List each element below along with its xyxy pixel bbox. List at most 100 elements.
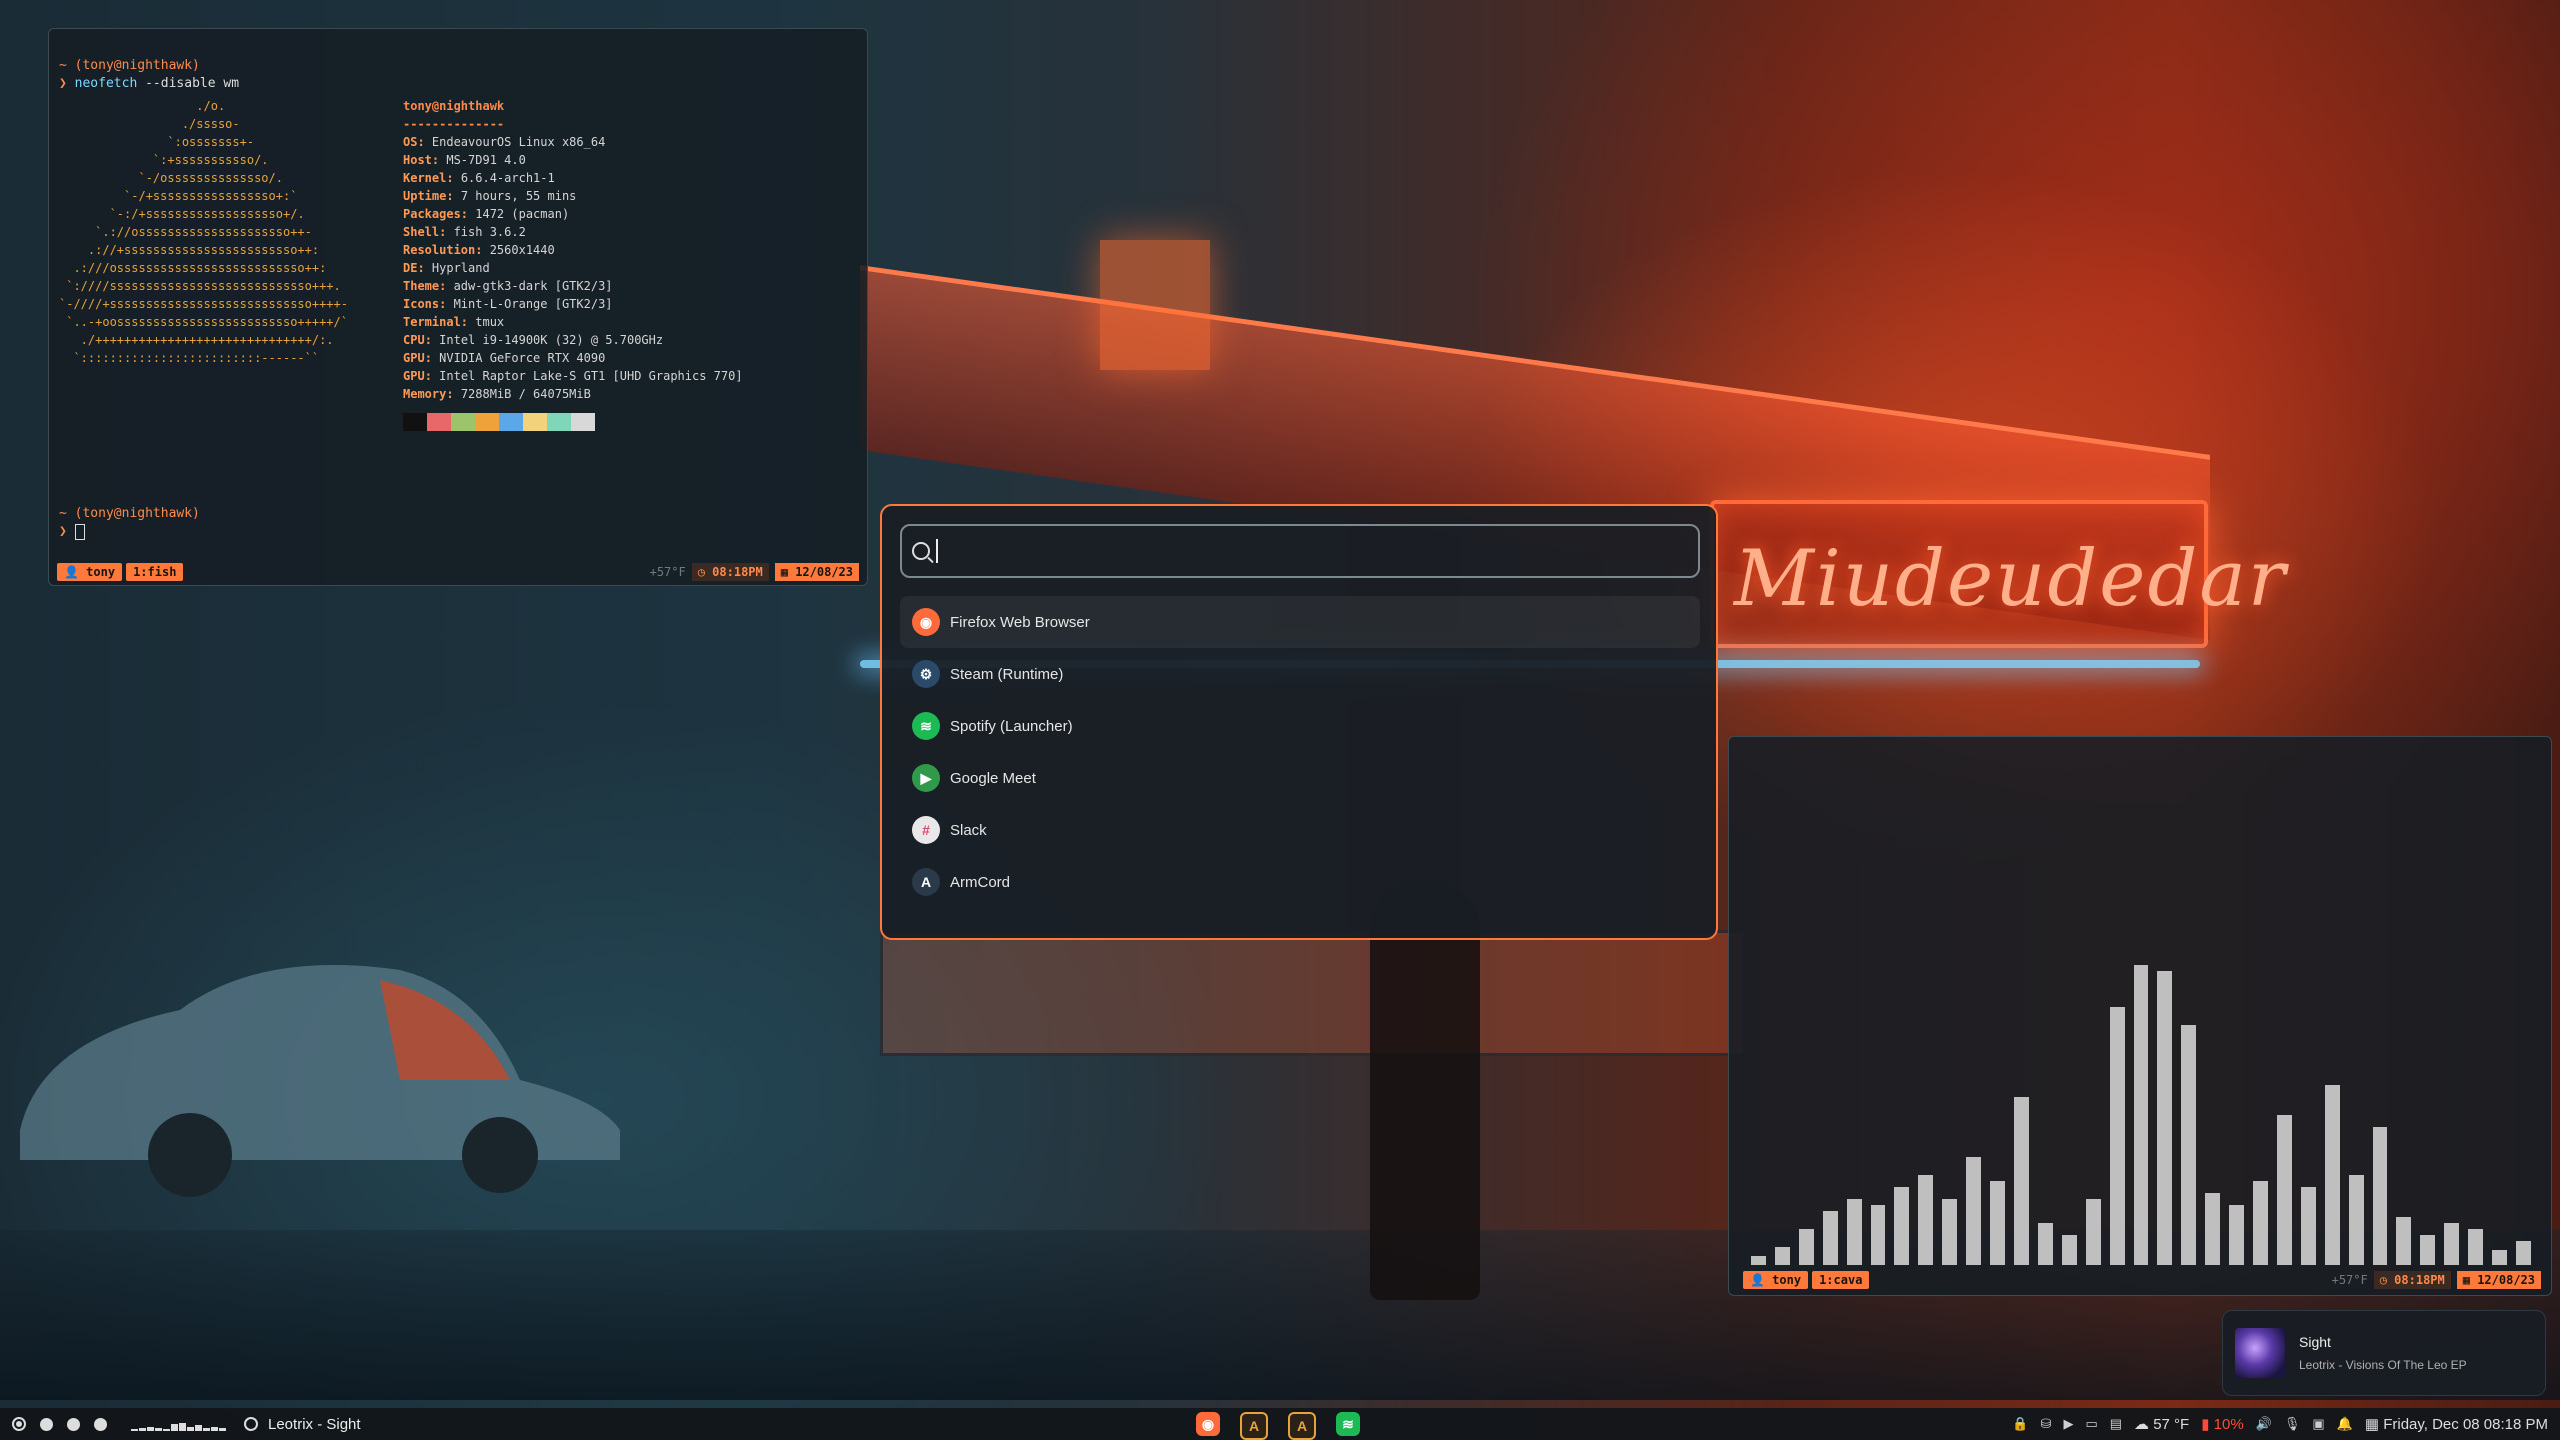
spark-bar: [171, 1424, 178, 1431]
play-icon[interactable]: ▶: [2063, 1416, 2073, 1432]
alacritty-icon-2[interactable]: A: [1288, 1412, 1316, 1440]
tmux-status-bar: 👤 tony 1:fish +57°F ◷ 08:18PM ▦ 12/08/23: [57, 563, 859, 581]
app-item[interactable]: ⚙ Steam (Runtime): [900, 648, 1700, 700]
visualizer-bar: [1870, 1205, 1886, 1265]
info-line: CPU: Intel i9-14900K (32) @ 5.700GHz: [403, 333, 664, 347]
terminal-cava-window[interactable]: 👤 tony 1:cava +57°F ◷ 08:18PM ▦ 12/08/23: [1728, 736, 2552, 1296]
launcher-search[interactable]: [900, 524, 1700, 578]
visualizer-bar: [2229, 1205, 2245, 1265]
bell-icon[interactable]: 🔔: [2337, 1416, 2353, 1432]
visualizer-bar: [2396, 1217, 2412, 1265]
visualizer-bar: [1990, 1181, 2005, 1265]
info-line: Icons: Mint-L-Orange [GTK2/3]: [403, 297, 613, 311]
drive-icon[interactable]: ⛁: [2041, 1416, 2052, 1432]
app-list: ◉ Firefox Web Browser ⚙ Steam (Runtime) ≋ Spo…: [900, 596, 1700, 908]
alacritty-icon[interactable]: A: [1240, 1412, 1268, 1440]
tmux-window[interactable]: 1:fish: [126, 563, 184, 581]
app-item[interactable]: A ArmCord: [900, 856, 1700, 908]
visualizer-bar: [2061, 1235, 2077, 1265]
command-name: neofetch: [74, 76, 138, 91]
visualizer-bar: [1798, 1229, 1814, 1265]
lock-icon[interactable]: 🔒: [2012, 1416, 2028, 1432]
workspace-dot[interactable]: [94, 1417, 107, 1431]
app-label: Firefox Web Browser: [950, 613, 1090, 631]
app-item[interactable]: ◉ Firefox Web Browser: [900, 596, 1700, 648]
clipboard-icon[interactable]: ▤: [2110, 1416, 2122, 1432]
info-line: Resolution: 2560x1440: [403, 243, 555, 257]
volume-icon[interactable]: 🔊: [2256, 1416, 2272, 1432]
info-line: GPU: Intel Raptor Lake-S GT1 [UHD Graphi…: [403, 369, 743, 383]
spark-bar: [131, 1429, 138, 1431]
spark-bar: [211, 1427, 218, 1431]
tmux-temp: +57°F: [2331, 1273, 2368, 1287]
spark-bar: [155, 1428, 162, 1431]
battery[interactable]: ▮ 10%: [2201, 1415, 2243, 1433]
info-line: Host: MS-7D91 4.0: [403, 153, 526, 167]
visualizer-bar: [1822, 1211, 1838, 1265]
spark-bar: [195, 1425, 202, 1431]
tmux-temp: +57°F: [649, 565, 686, 579]
visualizer-bar: [2037, 1223, 2053, 1265]
color-swatch: [571, 413, 595, 431]
neofetch-output: ./o. ./sssso- `:osssssss+- `:+ssssssssss…: [59, 97, 857, 477]
clock[interactable]: ▦ Friday, Dec 08 08:18 PM: [2365, 1415, 2548, 1433]
tmux-date: ▦ 12/08/23: [2456, 1271, 2541, 1289]
google-meet-icon: ▶: [912, 764, 940, 792]
visualizer-bar: [2276, 1115, 2292, 1265]
now-playing[interactable]: Leotrix - Sight: [244, 1416, 361, 1433]
app-label: ArmCord: [950, 873, 1011, 891]
visualizer-bar: [2468, 1229, 2484, 1265]
spotify-icon[interactable]: ≋: [1336, 1412, 1360, 1436]
color-swatch: [523, 413, 547, 431]
firefox-icon: ◉: [912, 608, 940, 636]
visualizer-bar: [2492, 1250, 2507, 1265]
tmux-date: ▦ 12/08/23: [774, 563, 859, 581]
workspace-dot[interactable]: [12, 1417, 26, 1431]
info-line: Terminal: tmux: [403, 315, 505, 329]
tmux-window[interactable]: 1:cava: [1812, 1271, 1870, 1289]
visualizer-bar: [1942, 1199, 1958, 1265]
info-line: Theme: adw-gtk3-dark [GTK2/3]: [403, 279, 613, 293]
info-line: GPU: NVIDIA GeForce RTX 4090: [403, 351, 606, 365]
info-line: Kernel: 6.6.4-arch1-1: [403, 171, 555, 185]
wallpaper-shop-windows: [880, 930, 1746, 1056]
app-label: Slack: [950, 821, 987, 839]
mic-muted-icon[interactable]: 🎙: [2284, 1416, 2301, 1432]
separator: --------------: [403, 117, 505, 131]
app-item[interactable]: ≋ Spotify (Launcher): [900, 700, 1700, 752]
spotify-icon: [244, 1417, 258, 1431]
command-args: --disable wm: [137, 76, 240, 91]
search-icon: [912, 542, 930, 560]
weather[interactable]: ☁ 57 °F: [2134, 1415, 2189, 1433]
wallpaper-window: [1100, 240, 1210, 370]
app-label: Google Meet: [950, 769, 1036, 787]
visualizer-bar: [2300, 1187, 2316, 1265]
info-line: DE: Hyprland: [403, 261, 490, 275]
spark-bar: [179, 1423, 186, 1431]
prompt-arrow: ❯: [59, 76, 67, 91]
firefox-icon[interactable]: ◉: [1196, 1412, 1220, 1436]
spark-bar: [147, 1427, 154, 1431]
workspace-dot[interactable]: [40, 1417, 53, 1431]
tmux-status-bar-cava: 👤 tony 1:cava +57°F ◷ 08:18PM ▦ 12/08/23: [1743, 1271, 2541, 1289]
terminal-fish-window[interactable]: ~ (tony@nighthawk) ❯ neofetch --disable …: [48, 28, 868, 586]
app-launcher: ◉ Firefox Web Browser ⚙ Steam (Runtime) ≋ Spo…: [880, 504, 1718, 940]
screen-icon[interactable]: ▭: [2085, 1416, 2097, 1432]
visualizer-bar: [2348, 1175, 2364, 1265]
visualizer-bar: [2109, 1007, 2125, 1265]
app-item[interactable]: ▶ Google Meet: [900, 752, 1700, 804]
user-host: tony@nighthawk: [403, 99, 505, 113]
app-item[interactable]: # Slack: [900, 804, 1700, 856]
workspace-dot[interactable]: [67, 1417, 80, 1431]
search-input[interactable]: [936, 539, 1684, 563]
media-notification[interactable]: Sight Leotrix - Visions Of The Leo EP: [2222, 1310, 2546, 1396]
visualizer-bar: [2181, 1025, 2197, 1265]
audio-spark: [131, 1417, 226, 1431]
display-icon[interactable]: ▣: [2312, 1416, 2324, 1432]
info-line: Uptime: 7 hours, 55 mins: [403, 189, 577, 203]
info-line: OS: EndeavourOS Linux x86_64: [403, 135, 606, 149]
color-swatch: [547, 413, 571, 431]
visualizer-bar: [2372, 1127, 2388, 1265]
visualizer-bar: [1966, 1157, 1982, 1265]
dock: ◉ A A ≋: [1196, 1412, 1360, 1440]
